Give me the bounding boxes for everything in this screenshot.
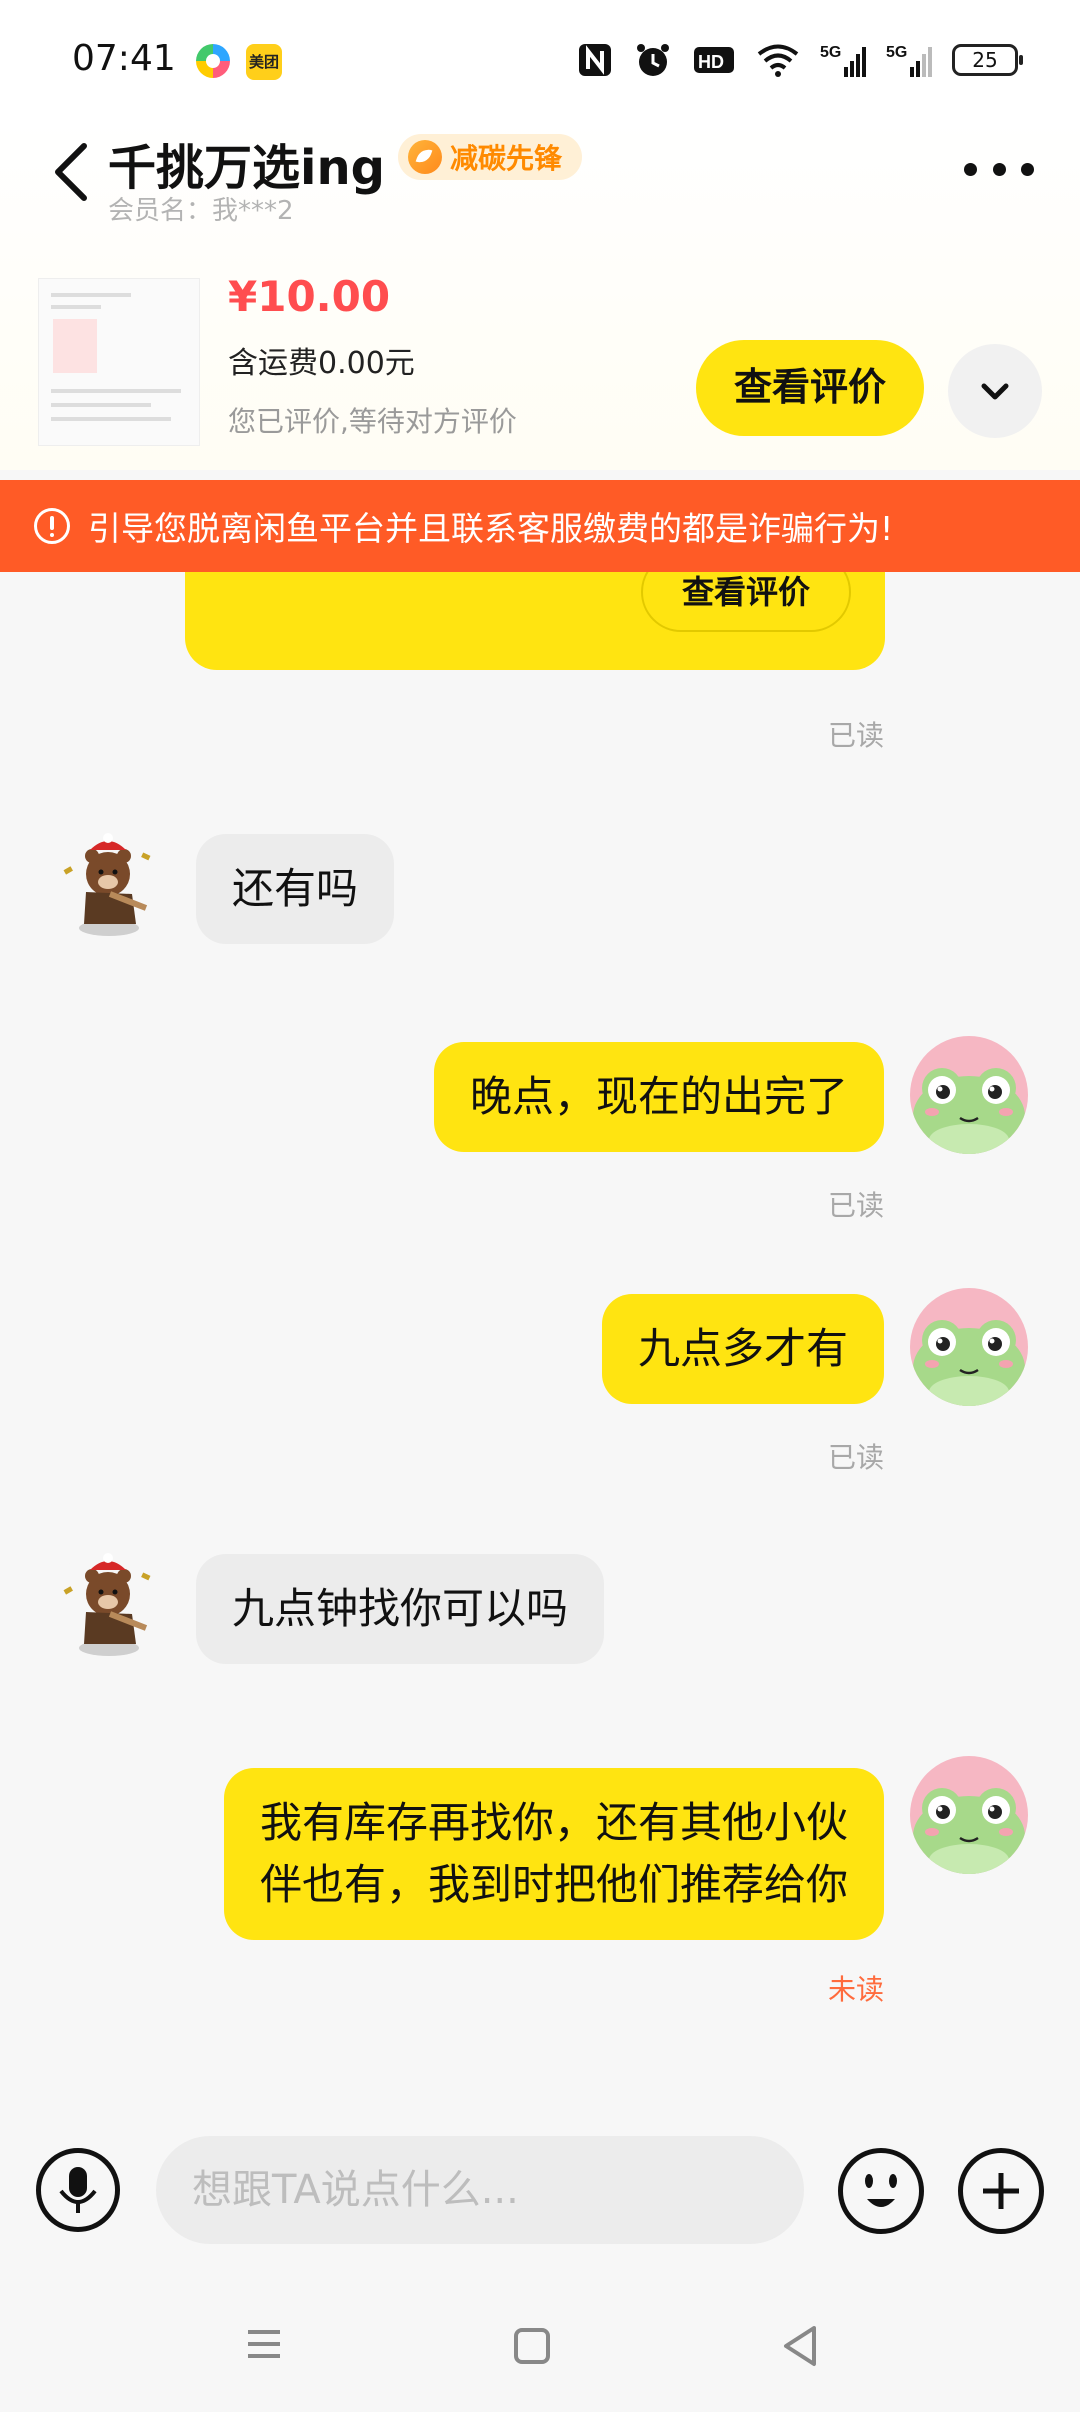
- emoji-icon: [865, 2174, 897, 2207]
- card-view-review-button[interactable]: 查看评价: [641, 572, 851, 632]
- message-list[interactable]: 查看评价 已读 还有吗 晚点，现在的出完了 已读 九点多才有 已读 九点钟找你可…: [0, 572, 1080, 2112]
- battery-icon: 25: [952, 44, 1023, 76]
- menu-icon[interactable]: [244, 2324, 284, 2364]
- status-bar: 07:41 美团 HD 5G 5G 25: [0, 0, 1080, 120]
- system-nav-bar: [0, 2276, 1080, 2412]
- frog-avatar-icon: [913, 1068, 1025, 1154]
- shipping-fee: 含运费0.00元: [228, 346, 415, 381]
- svg-text:5G: 5G: [886, 44, 907, 61]
- product-thumbnail[interactable]: [38, 278, 200, 446]
- member-name: 会员名：我***2: [108, 196, 294, 226]
- app-notification-icon: [196, 44, 230, 78]
- emoji-button[interactable]: [838, 2148, 924, 2234]
- leaf-icon: [408, 140, 442, 174]
- frog-avatar-icon: [913, 1320, 1025, 1406]
- message-bubble-incoming[interactable]: 九点钟找你可以吗: [196, 1554, 605, 1664]
- warning-text: 引导您脱离闲鱼平台并且联系客服缴费的都是诈骗行为!: [88, 509, 894, 548]
- frog-avatar-icon: [913, 1788, 1025, 1874]
- warning-icon: [34, 508, 70, 544]
- back-icon[interactable]: [50, 140, 94, 204]
- order-card-message: 查看评价: [185, 572, 885, 670]
- more-icon[interactable]: [964, 154, 1034, 184]
- view-review-button[interactable]: 查看评价: [696, 340, 924, 436]
- other-user-avatar[interactable]: [50, 828, 168, 946]
- signal-5g-icon: 5G: [886, 44, 932, 77]
- shop-name[interactable]: 千挑万选ing: [108, 128, 385, 198]
- unread-status: 未读: [827, 1973, 884, 2006]
- svg-text:5G: 5G: [820, 44, 841, 61]
- read-status: 已读: [827, 719, 884, 752]
- my-avatar[interactable]: [910, 1036, 1028, 1154]
- message-line: 我有库存再找你，还有其他小伙: [259, 1798, 848, 1847]
- svg-text:HD: HD: [698, 52, 724, 72]
- message-bubble-outgoing[interactable]: 九点多才有: [601, 1294, 884, 1404]
- message-line: 伴也有，我到时把他们推荐给你: [259, 1860, 848, 1909]
- my-avatar[interactable]: [910, 1756, 1028, 1874]
- message-bubble-incoming[interactable]: 还有吗: [196, 834, 395, 944]
- collapse-button[interactable]: [948, 344, 1042, 438]
- signal-5g-icon: 5G: [820, 44, 866, 77]
- microphone-icon: [59, 2167, 97, 2213]
- other-user-avatar[interactable]: [50, 1548, 168, 1666]
- nfc-icon: [579, 44, 611, 76]
- review-status: 您已评价,等待对方评价: [228, 405, 517, 438]
- chat-screen: 07:41 美团 HD 5G 5G 25 千挑万选ing 减碳先锋 会员名：我*…: [0, 0, 1080, 2412]
- bear-avatar-icon: [63, 1553, 151, 1656]
- message-bubble-outgoing[interactable]: 我有库存再找你，还有其他小伙 伴也有，我到时把他们推荐给你: [223, 1768, 884, 1940]
- fraud-warning-banner: 引导您脱离闲鱼平台并且联系客服缴费的都是诈骗行为!: [0, 480, 1080, 572]
- carbon-badge[interactable]: 减碳先锋: [398, 134, 583, 180]
- read-status: 已读: [827, 1189, 884, 1222]
- voice-button[interactable]: [36, 2148, 120, 2232]
- message-bubble-outgoing[interactable]: 晚点，现在的出完了: [433, 1042, 884, 1152]
- status-icons: HD 5G 5G 25: [576, 40, 1023, 80]
- message-input[interactable]: 想跟TA说点什么...: [156, 2136, 804, 2244]
- read-status: 已读: [827, 1441, 884, 1474]
- product-price: ¥10.00: [228, 272, 391, 321]
- nav-back-icon[interactable]: [780, 2324, 820, 2368]
- wifi-icon: [757, 44, 799, 77]
- meituan-icon: 美团: [246, 44, 282, 80]
- home-icon[interactable]: [514, 2328, 550, 2364]
- status-time: 07:41: [72, 38, 176, 79]
- badge-label: 减碳先锋: [450, 142, 563, 175]
- chevron-down-icon: [981, 383, 1009, 400]
- more-actions-button[interactable]: [958, 2148, 1044, 2234]
- bear-avatar-icon: [63, 833, 151, 936]
- hd-icon: HD: [694, 47, 734, 73]
- my-avatar[interactable]: [910, 1288, 1028, 1406]
- alarm-icon: [637, 44, 669, 76]
- input-bar: 想跟TA说点什么...: [0, 2112, 1080, 2276]
- plus-icon: [983, 2173, 1019, 2209]
